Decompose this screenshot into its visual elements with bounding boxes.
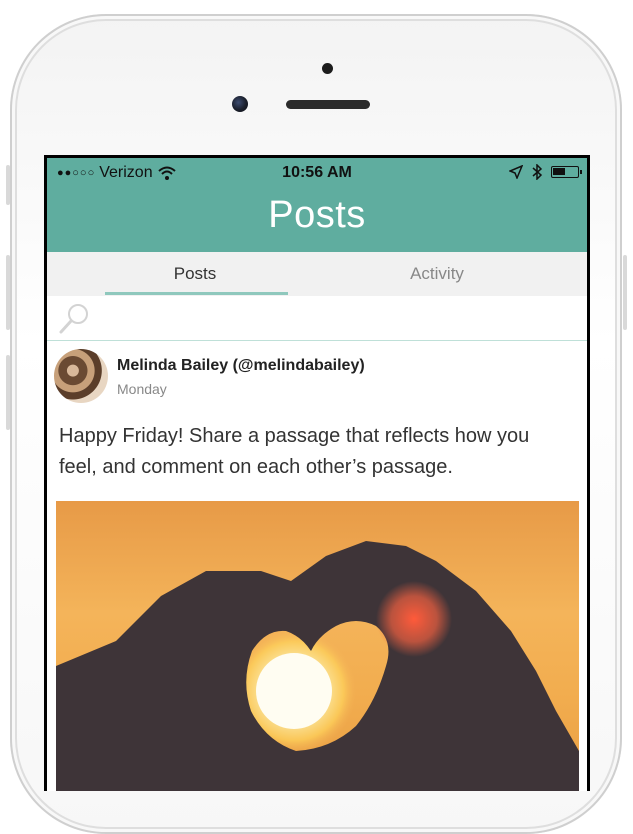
volume-up-button [6, 255, 10, 330]
status-time: 10:56 AM [282, 164, 352, 181]
page-title: Posts [268, 194, 366, 236]
search-icon[interactable] [57, 302, 91, 336]
tab-posts[interactable]: Posts [105, 264, 285, 284]
bluetooth-icon [532, 164, 543, 180]
search-bar[interactable] [47, 296, 587, 341]
power-button [623, 255, 627, 330]
status-icons [509, 164, 582, 180]
post-author[interactable]: Melinda Bailey (@melindabailey) [117, 357, 365, 375]
avatar[interactable] [54, 349, 108, 403]
tab-bar: Posts Activity [47, 252, 587, 296]
app-screen: ●●○○○ Verizon 10:56 AM Posts Posts Activ… [47, 158, 587, 791]
active-tab-indicator [105, 292, 288, 295]
side-button [6, 165, 10, 205]
post-date: Monday [117, 381, 167, 397]
app-header: ●●○○○ Verizon 10:56 AM Posts [47, 158, 587, 252]
front-camera [232, 96, 248, 112]
heart-hands-photo [56, 541, 579, 791]
phone-screen: ●●○○○ Verizon 10:56 AM Posts Posts Activ… [44, 155, 590, 791]
battery-icon [551, 166, 582, 178]
earpiece-speaker [286, 100, 370, 109]
post-image[interactable] [56, 501, 579, 791]
proximity-sensor [322, 63, 333, 74]
tab-activity[interactable]: Activity [347, 264, 527, 284]
post-text: Happy Friday! Share a passage that refle… [59, 425, 530, 478]
status-bar: ●●○○○ Verizon 10:56 AM [47, 164, 587, 184]
location-arrow-icon [509, 165, 523, 179]
volume-down-button [6, 355, 10, 430]
